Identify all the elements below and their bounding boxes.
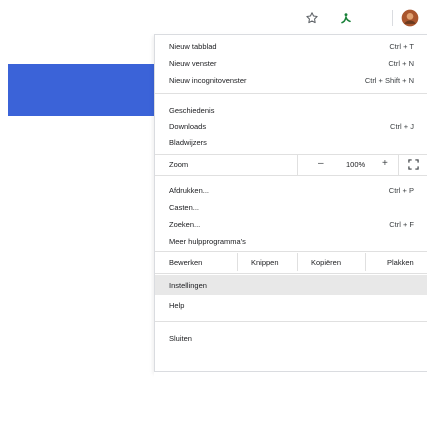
menu-item-label: Nieuw incognitovenster xyxy=(169,75,247,85)
menu-item-help[interactable]: Help xyxy=(155,296,427,314)
avatar-icon[interactable] xyxy=(398,6,422,30)
paste-button[interactable]: Plakken xyxy=(387,258,427,267)
menu-item-label: Nieuw venster xyxy=(169,58,217,68)
menu-item-print[interactable]: Afdrukken... Ctrl + P xyxy=(155,181,427,199)
menu-item-label: Help xyxy=(169,300,185,310)
menu-item-label: Meer hulpprogramma's xyxy=(169,236,246,246)
star-icon[interactable] xyxy=(300,6,324,30)
edit-divider xyxy=(237,253,238,271)
cut-button[interactable]: Knippen xyxy=(251,258,279,267)
menu-item-shortcut: Ctrl + N xyxy=(388,58,414,68)
extension-icon-svg xyxy=(341,13,351,24)
edit-divider xyxy=(297,253,298,271)
menu-item-label: Casten... xyxy=(169,202,200,212)
menu-item-label: Afdrukken... xyxy=(169,185,210,195)
menu-separator xyxy=(155,273,427,274)
zoom-in-button[interactable]: + xyxy=(382,158,388,169)
menu-separator xyxy=(155,93,427,94)
browser-toolbar xyxy=(0,0,427,36)
menu-zoom-row: Zoom – 100% + xyxy=(155,155,427,175)
edit-divider xyxy=(365,253,366,271)
page-content-banner xyxy=(8,64,154,116)
zoom-label: Zoom xyxy=(169,160,189,169)
menu-item-exit[interactable]: Sluiten xyxy=(155,329,427,347)
fullscreen-icon xyxy=(408,159,419,170)
menu-item-settings[interactable]: Instellingen xyxy=(155,276,427,294)
menu-separator xyxy=(155,175,427,176)
menu-item-shortcut: Ctrl + J xyxy=(390,121,414,131)
zoom-level: 100% xyxy=(346,160,366,169)
menu-item-label: Nieuw tabblad xyxy=(169,41,217,51)
menu-item-shortcut: Ctrl + T xyxy=(389,41,414,51)
star-icon-svg xyxy=(306,12,318,24)
menu-item-shortcut: Ctrl + F xyxy=(389,219,414,229)
menu-item-label: Zoeken... xyxy=(169,219,201,229)
fullscreen-button[interactable] xyxy=(408,159,419,173)
menu-separator xyxy=(155,251,427,252)
menu-item-label: Bladwijzers xyxy=(169,137,207,147)
menu-item-more-tools[interactable]: Meer hulpprogramma's xyxy=(155,232,427,250)
zoom-out-button[interactable]: – xyxy=(318,158,324,169)
menu-item-bookmarks[interactable]: Bladwijzers xyxy=(155,133,427,151)
menu-item-find[interactable]: Zoeken... Ctrl + F xyxy=(155,215,427,233)
menu-item-shortcut: Ctrl + P xyxy=(388,185,414,195)
menu-item-shortcut: Ctrl + Shift + N xyxy=(364,75,414,85)
menu-item-cast[interactable]: Casten... xyxy=(155,198,427,216)
extension-icon[interactable] xyxy=(334,6,358,30)
menu-separator xyxy=(155,321,427,322)
menu-item-label: Instellingen xyxy=(169,280,207,290)
menu-item-new-incognito[interactable]: Nieuw incognitovenster Ctrl + Shift + N xyxy=(155,71,427,89)
menu-item-label: Sluiten xyxy=(169,333,192,343)
menu-edit-row: Bewerken Knippen Kopiëren Plakken xyxy=(155,253,427,271)
zoom-divider xyxy=(398,155,399,175)
avatar-icon-svg xyxy=(401,9,419,27)
menu-item-label: Geschiedenis xyxy=(169,105,215,115)
menu-item-new-tab[interactable]: Nieuw tabblad Ctrl + T xyxy=(155,37,427,55)
toolbar-separator xyxy=(392,10,393,26)
copy-button[interactable]: Kopiëren xyxy=(311,258,341,267)
menu-item-new-window[interactable]: Nieuw venster Ctrl + N xyxy=(155,54,427,72)
edit-label: Bewerken xyxy=(169,258,203,267)
chrome-main-menu: Nieuw tabblad Ctrl + T Nieuw venster Ctr… xyxy=(154,34,427,372)
page-blank-area xyxy=(154,372,427,447)
zoom-controls: – 100% + xyxy=(297,155,427,175)
menu-item-label: Downloads xyxy=(169,121,207,131)
